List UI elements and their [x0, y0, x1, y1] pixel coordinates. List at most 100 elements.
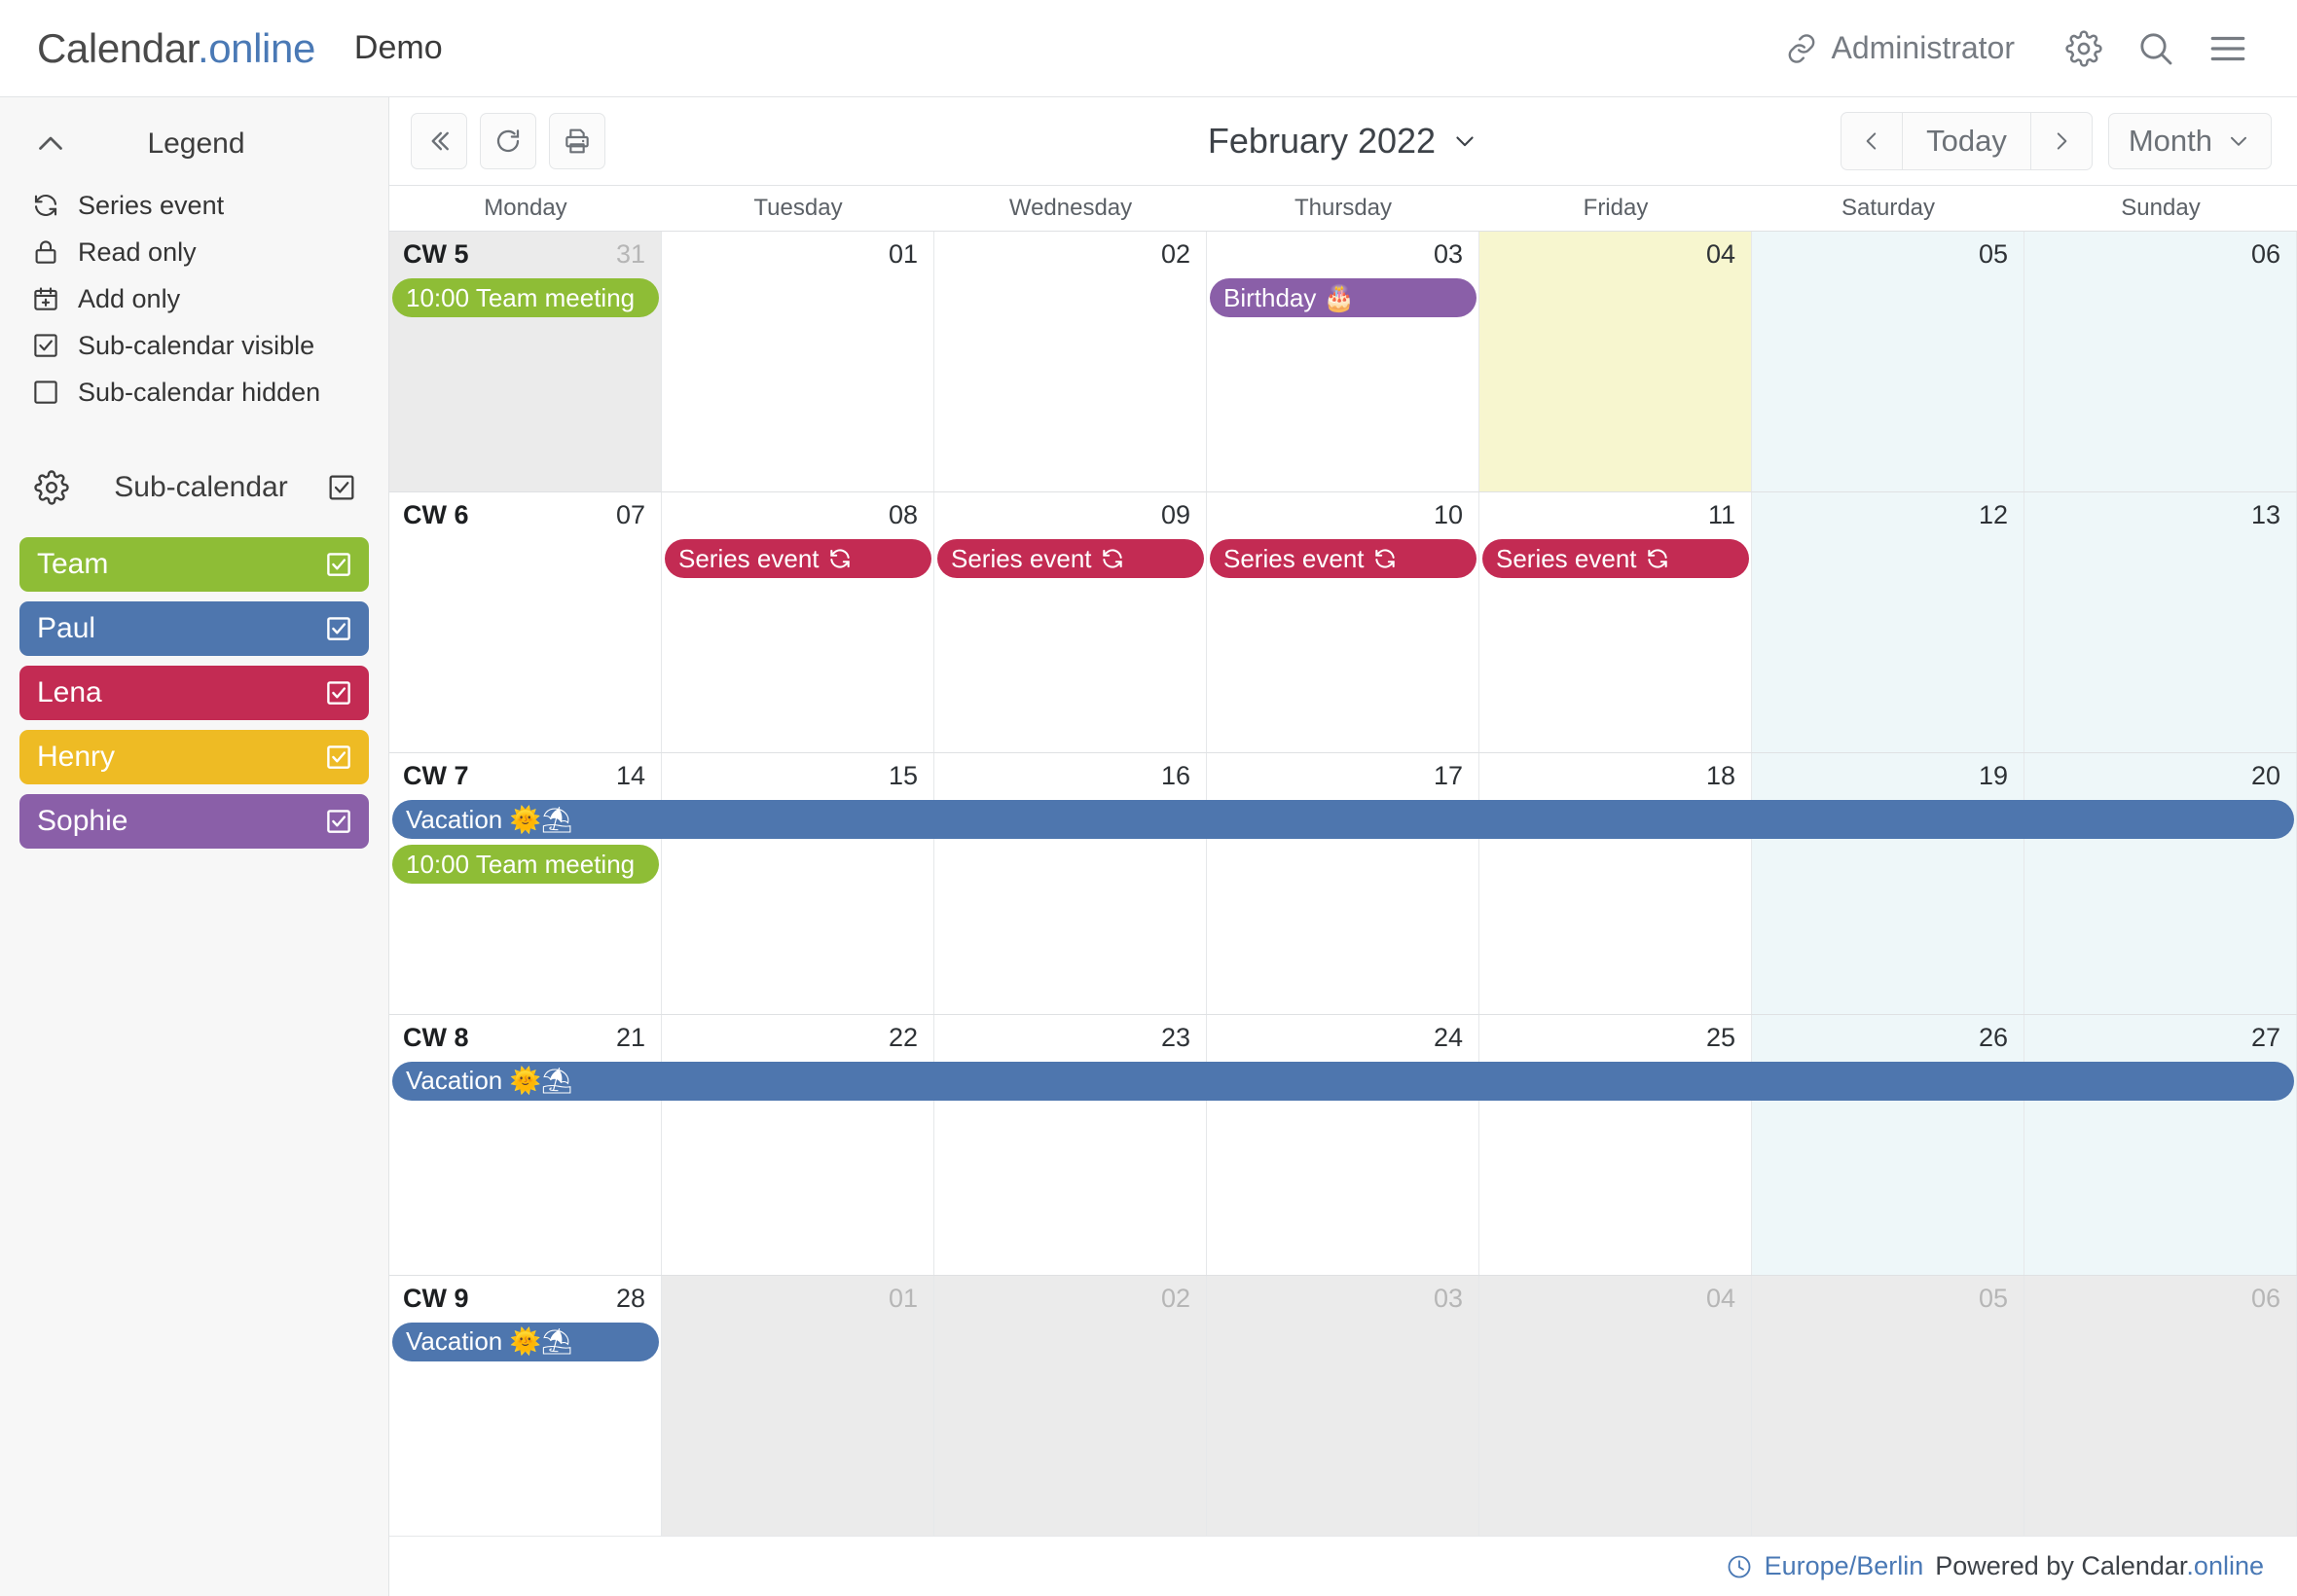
legend-list: Series event Read only Add only Sub-cale…	[0, 181, 388, 415]
subcalendar-item-team[interactable]: Team	[19, 537, 369, 592]
search-button[interactable]	[2120, 13, 2192, 85]
day-number: 25	[1705, 1022, 1735, 1052]
subcalendar-item-sophie[interactable]: Sophie	[19, 794, 369, 849]
subcalendar-item-lena[interactable]: Lena	[19, 666, 369, 720]
day-cell[interactable]: 03	[1207, 232, 1479, 492]
legend-label: Sub-calendar hidden	[78, 377, 321, 407]
day-cell[interactable]: CW 6 07	[389, 492, 662, 753]
calendar-event[interactable]: Vacation 🌞⛱	[392, 1322, 659, 1361]
subcalendar-item-henry[interactable]: Henry	[19, 730, 369, 784]
day-cell[interactable]: 10	[1207, 492, 1479, 753]
event-title: Series event	[1495, 543, 1637, 573]
checkbox-checked-icon[interactable]	[322, 676, 355, 709]
day-cell[interactable]: 05	[1752, 1275, 2024, 1537]
day-cell[interactable]: 06	[2024, 232, 2297, 492]
app-logo[interactable]: Calendar.online	[37, 25, 315, 72]
day-cell[interactable]: 23	[934, 1014, 1207, 1275]
day-cell[interactable]: CW 5 31	[389, 232, 662, 492]
checkbox-checked-icon[interactable]	[322, 548, 355, 581]
day-cell[interactable]: 05	[1752, 232, 2024, 492]
subcalendar-settings-icon[interactable]	[25, 470, 78, 505]
checkbox-checked-icon[interactable]	[322, 741, 355, 774]
series-refresh-icon	[1645, 546, 1670, 571]
day-number: 15	[888, 761, 918, 791]
checkbox-checked-icon[interactable]	[322, 612, 355, 645]
day-cell[interactable]: 24	[1207, 1014, 1479, 1275]
calendar-event[interactable]: Vacation 🌞⛱	[392, 1061, 2294, 1101]
day-cell[interactable]: 16	[934, 753, 1207, 1014]
day-number: 20	[2250, 761, 2280, 791]
clock-icon	[1726, 1553, 1753, 1580]
powered-brand: Calendar	[2081, 1551, 2187, 1580]
day-cell[interactable]: 11	[1479, 492, 1752, 753]
series-refresh-icon	[827, 546, 853, 571]
month-title-dropdown[interactable]: February 2022	[1208, 121, 1478, 162]
calendar-event[interactable]: 10:00 Team meeting	[392, 845, 659, 885]
gear-icon	[2065, 29, 2102, 67]
collapse-sidebar-button[interactable]	[411, 113, 467, 169]
event-title: Series event	[677, 543, 820, 573]
legend-label: Series event	[78, 190, 225, 220]
checkbox-checked-icon[interactable]	[322, 805, 355, 838]
day-cell[interactable]: 19	[1752, 753, 2024, 1014]
print-icon	[562, 126, 593, 157]
next-month-button[interactable]	[2031, 113, 2092, 169]
day-cell[interactable]: 08	[662, 492, 934, 753]
day-cell[interactable]: 17	[1207, 753, 1479, 1014]
day-cell[interactable]: 26	[1752, 1014, 2024, 1275]
today-button[interactable]: Today	[1902, 113, 2031, 169]
calendar-event[interactable]: Series event	[1210, 539, 1477, 579]
day-cell[interactable]: 18	[1479, 753, 1752, 1014]
checkbox-checked-icon	[29, 329, 62, 362]
calendar-event[interactable]: Series event	[664, 539, 931, 579]
day-cell[interactable]: 01	[662, 232, 934, 492]
calendar-event[interactable]: Birthday 🎂	[1210, 278, 1477, 317]
day-cell[interactable]: 20	[2024, 753, 2297, 1014]
subcalendar-item-paul[interactable]: Paul	[19, 601, 369, 656]
view-mode-select[interactable]: Month	[2107, 113, 2272, 169]
menu-button[interactable]	[2192, 13, 2264, 85]
calendar-event[interactable]: 10:00 Team meeting	[392, 278, 659, 317]
week-row: CW 7 14 15 16 17 18 19 20 Vacation 🌞⛱ 10:00 Team …	[389, 753, 2297, 1015]
subcalendar-label: Team	[37, 548, 109, 580]
day-cell[interactable]: 12	[1752, 492, 2024, 753]
day-cell[interactable]: 01	[662, 1275, 934, 1537]
day-cell[interactable]: 03	[1207, 1275, 1479, 1537]
legend-header[interactable]: Legend	[0, 107, 388, 181]
day-cell[interactable]: 02	[934, 1275, 1207, 1537]
day-cell[interactable]: 15	[662, 753, 934, 1014]
day-cell[interactable]: 09	[934, 492, 1207, 753]
day-number: 04	[1705, 239, 1735, 269]
legend-item-read-only: Read only	[29, 230, 388, 274]
subcalendar-toggle-all-checkbox[interactable]	[320, 472, 363, 503]
refresh-button[interactable]	[480, 113, 536, 169]
calendar-week-label: CW 8	[403, 1022, 469, 1052]
day-cell[interactable]: 04	[1479, 1275, 1752, 1537]
day-number: 14	[615, 761, 645, 791]
day-cell[interactable]: CW 9 28	[389, 1275, 662, 1537]
day-cell[interactable]: 13	[2024, 492, 2297, 753]
day-cell[interactable]: 25	[1479, 1014, 1752, 1275]
day-cell[interactable]: 22	[662, 1014, 934, 1275]
subcalendar-list: Team Paul Lena Henry Sophie	[0, 524, 388, 849]
settings-button[interactable]	[2048, 13, 2120, 85]
powered-prefix: Powered by	[1935, 1551, 2082, 1580]
week-row: CW 8 21 22 23 24 25 26 27 Vacation 🌞⛱	[389, 1014, 2297, 1276]
calendar-event[interactable]: Vacation 🌞⛱	[392, 800, 2294, 840]
day-number: 28	[615, 1283, 645, 1313]
day-cell[interactable]: 06	[2024, 1275, 2297, 1537]
powered-brand-suffix: .online	[2186, 1551, 2264, 1580]
day-cell[interactable]: CW 8 21	[389, 1014, 662, 1275]
day-cell[interactable]: 02	[934, 232, 1207, 492]
legend-label: Add only	[78, 283, 181, 313]
day-cell[interactable]: 27	[2024, 1014, 2297, 1275]
administrator-link[interactable]: Administrator	[1785, 30, 2049, 66]
calendar-event[interactable]: Series event	[936, 539, 1204, 579]
timezone-link[interactable]: Europe/Berlin	[1726, 1551, 1923, 1581]
day-header-friday: Friday	[1583, 195, 1649, 221]
previous-month-button[interactable]	[1841, 113, 1902, 169]
day-cell[interactable]: 04	[1479, 232, 1752, 492]
chevron-up-icon[interactable]	[25, 127, 76, 162]
calendar-event[interactable]: Series event	[1481, 539, 1749, 579]
print-button[interactable]	[549, 113, 605, 169]
